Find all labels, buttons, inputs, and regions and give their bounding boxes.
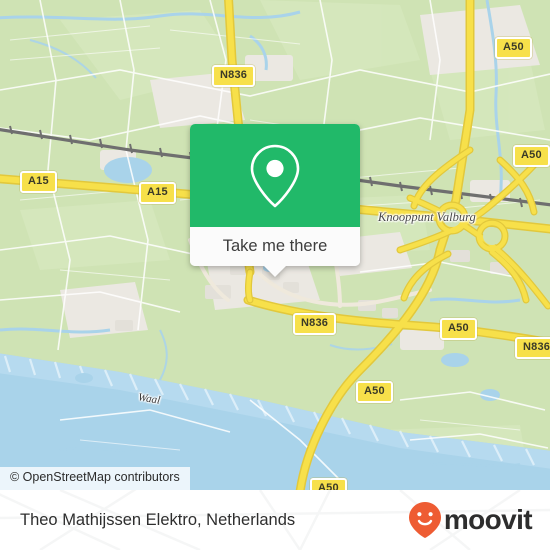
road-shield-a50[interactable]: A50: [513, 145, 550, 167]
road-shield-a50[interactable]: A50: [440, 318, 477, 340]
map-pin-icon: [250, 144, 300, 207]
take-me-there-label: Take me there: [222, 237, 328, 256]
bottom-info-bar: Theo Mathijssen Elektro, Netherlands moo…: [0, 490, 550, 550]
map-label-knooppunt-valburg: Knooppunt Valburg: [378, 210, 476, 224]
callout-inner: Take me there: [190, 124, 360, 266]
road-shield-n836[interactable]: N836: [212, 65, 256, 87]
take-me-there-callout[interactable]: Take me there: [190, 124, 360, 277]
road-shield-a50[interactable]: A50: [495, 37, 532, 59]
place-title: Theo Mathijssen Elektro, Netherlands: [20, 510, 296, 529]
bottom-bar-content: Theo Mathijssen Elektro, Netherlands moo…: [0, 490, 550, 550]
road-shield-a50[interactable]: A50: [356, 381, 393, 403]
road-shield-n836[interactable]: N836: [515, 337, 550, 359]
road-shield-a15[interactable]: A15: [139, 182, 176, 204]
moovit-logo[interactable]: moovit: [408, 501, 533, 539]
road-shield-a15[interactable]: A15: [20, 171, 57, 193]
road-shield-a50[interactable]: A50: [310, 478, 347, 490]
moovit-smiley-pin-icon: [408, 502, 441, 538]
moovit-wordmark: moovit: [443, 504, 533, 535]
road-shield-n836[interactable]: N836: [293, 313, 337, 335]
callout-footer[interactable]: Take me there: [190, 227, 360, 266]
osm-attribution[interactable]: © OpenStreetMap contributors: [0, 467, 190, 490]
app-root: N836 A50 A50 A15 A15 N836 A50 N836 A50 A…: [0, 0, 550, 550]
callout-pointer-tail: [264, 266, 286, 277]
callout-header: [190, 124, 360, 227]
